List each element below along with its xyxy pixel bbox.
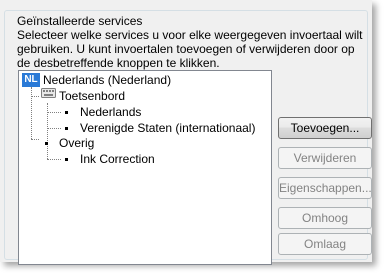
group-title: Geïnstalleerde services [15,14,145,28]
tree-connector [31,139,39,140]
tree-node-label: Verenigde Staten (internationaal) [80,121,256,135]
tree-node-keyboard-item[interactable]: Verenigde Staten (internationaal) [80,120,255,136]
keyboard-icon [41,88,56,98]
tree-connector [31,96,39,97]
move-down-button[interactable]: Omlaag [278,233,372,255]
bullet-icon [65,127,68,130]
tree-node-language[interactable]: Nederlands (Nederland) [43,72,171,88]
bullet-icon [65,111,68,114]
remove-button[interactable]: Verwijderen [278,147,372,169]
tree-node-keyboard[interactable]: Toetsenbord [59,88,125,104]
group-description: Selecteer welke services u voor elke wee… [17,28,363,70]
language-flag-icon: NL [22,73,40,87]
tree-node-label: Nederlands (Nederland) [43,73,172,87]
tree-node-label: Toetsenbord [59,89,126,103]
services-tree[interactable]: NL Nederlands (Nederland) Toetsenbord Ne… [18,70,272,265]
tree-connector [31,87,32,139]
bullet-icon [45,142,48,145]
tree-node-other[interactable]: Overig [59,135,94,151]
tree-connector [47,128,61,129]
installed-services-panel: Geïnstalleerde services Selecteer welke … [0,0,372,265]
properties-button[interactable]: Eigenschappen... [278,177,372,199]
tree-node-label: Overig [59,136,95,150]
tree-connector [47,103,48,147]
tree-node-keyboard-item[interactable]: Nederlands [80,104,141,120]
tree-node-other-item[interactable]: Ink Correction [80,151,155,167]
move-up-button[interactable]: Omhoog [278,207,372,229]
tree-node-label: Ink Correction [80,152,155,166]
installed-services-group: Geïnstalleerde services Selecteer welke … [4,10,372,265]
tree-connector [47,112,61,113]
tree-node-label: Nederlands [80,105,142,119]
add-button[interactable]: Toevoegen... [278,117,372,139]
tree-connector [47,143,48,159]
tree-connector [47,159,61,160]
bullet-icon [65,158,68,161]
